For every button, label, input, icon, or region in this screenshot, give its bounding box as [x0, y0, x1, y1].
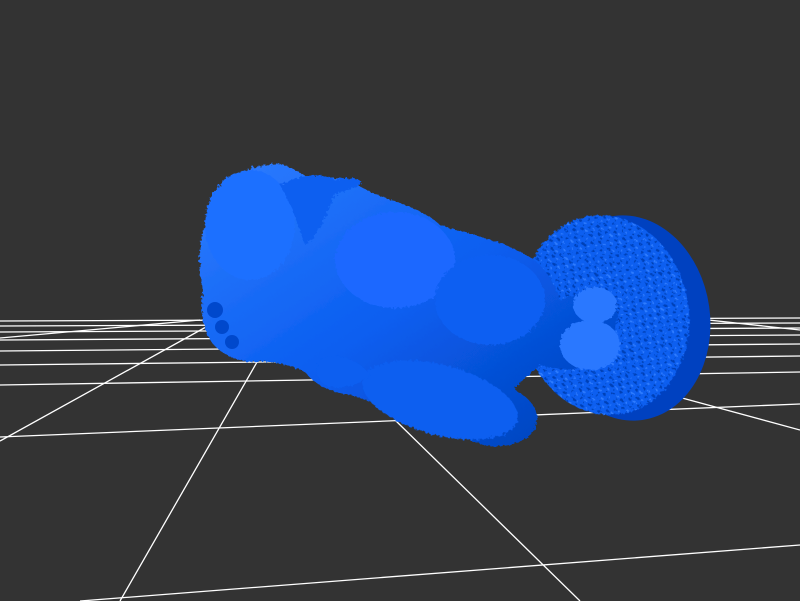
3d-model[interactable]: [199, 163, 723, 455]
model-detail: [225, 335, 239, 349]
3d-viewport[interactable]: [0, 0, 800, 601]
model-detail: [215, 320, 229, 334]
viewport-canvas[interactable]: [0, 0, 800, 601]
model-hand: [573, 287, 617, 323]
model-hand: [560, 320, 620, 370]
model-detail: [207, 302, 223, 318]
model-arm: [435, 255, 545, 345]
